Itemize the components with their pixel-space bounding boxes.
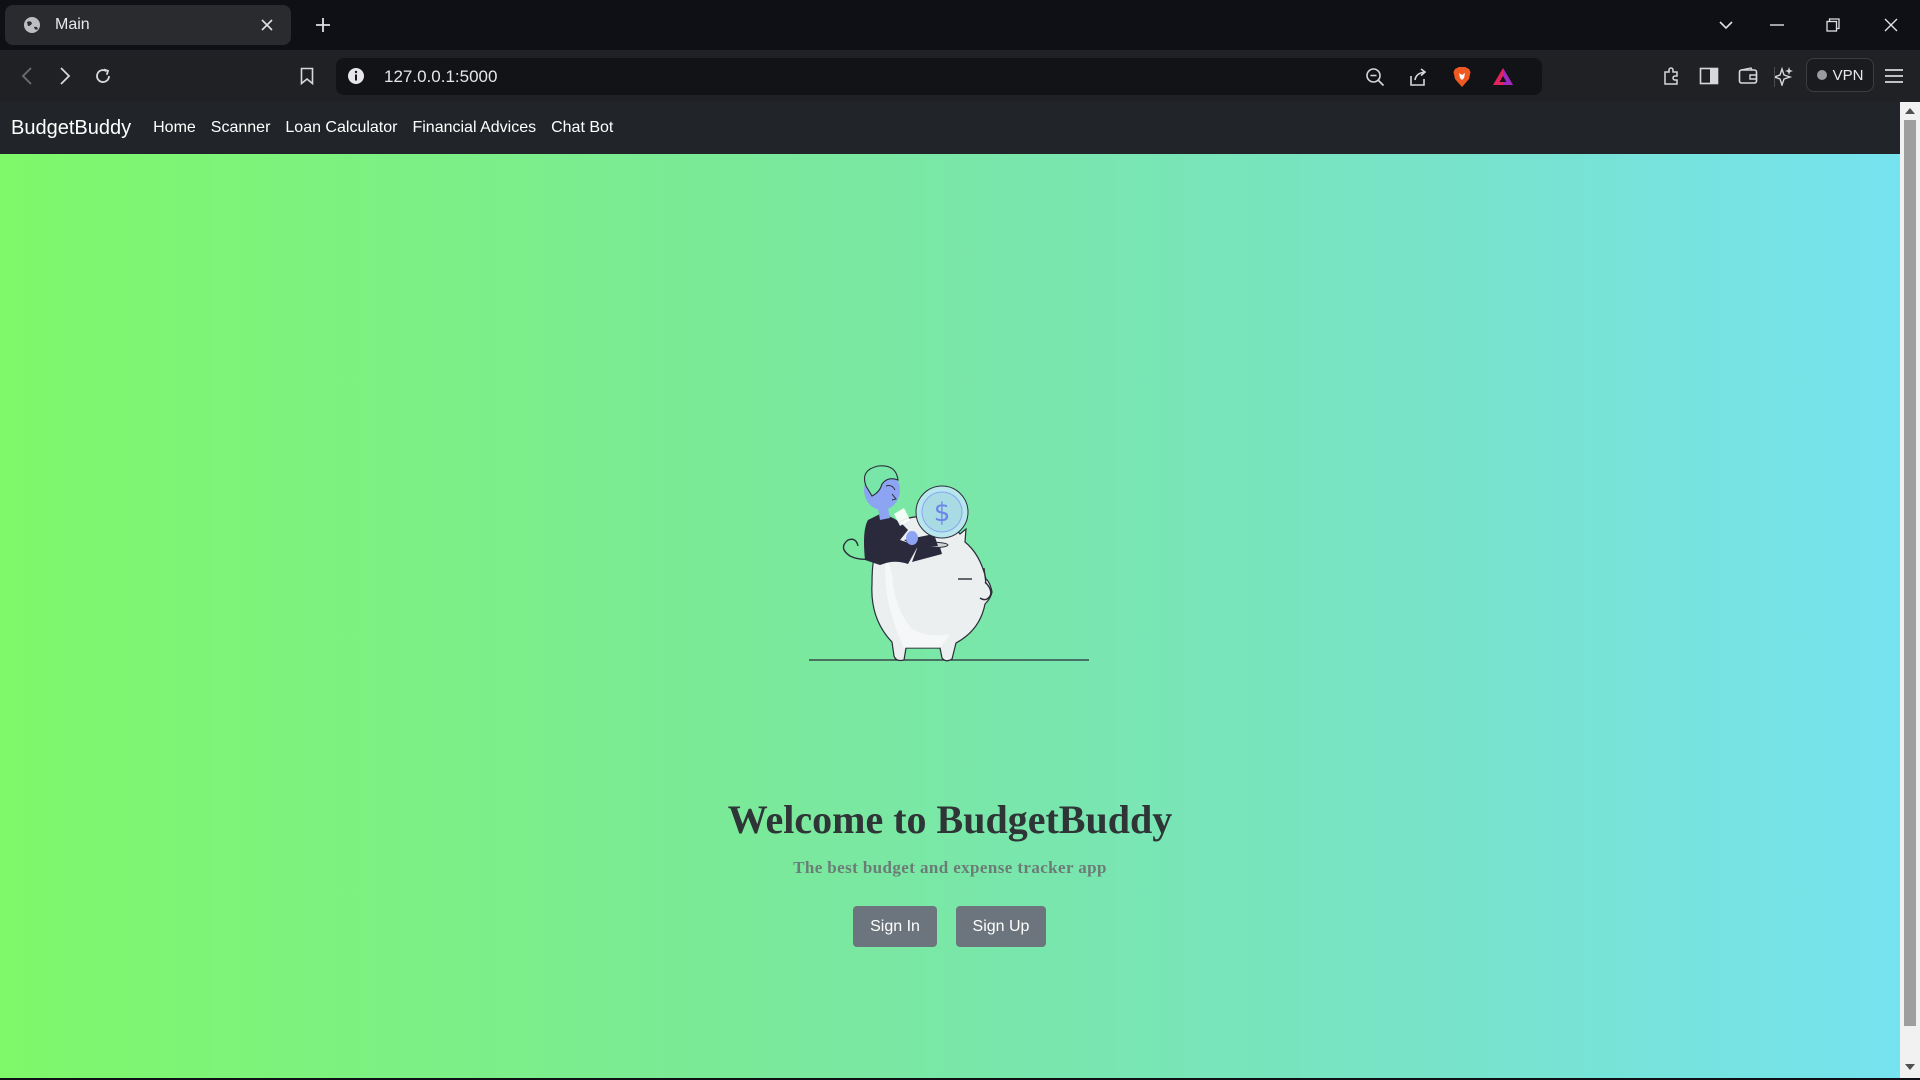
vpn-label: VPN: [1832, 66, 1864, 84]
close-window-button[interactable]: [1877, 12, 1905, 38]
bookmark-icon[interactable]: [292, 62, 322, 90]
share-icon[interactable]: [1405, 65, 1431, 89]
hero-section: $ Welcome to BudgetBuddy The best budget…: [0, 154, 1900, 1078]
navbar-brand[interactable]: BudgetBuddy: [11, 117, 131, 140]
restore-button[interactable]: [1819, 12, 1847, 38]
site-navbar: BudgetBuddy Home Scanner Loan Calculator…: [0, 102, 1900, 154]
reload-icon[interactable]: [88, 62, 118, 90]
vpn-status-icon: [1816, 70, 1827, 80]
menu-icon[interactable]: [1879, 62, 1909, 90]
browser-tab[interactable]: Main: [5, 5, 291, 45]
url-text[interactable]: 127.0.0.1:5000: [384, 67, 497, 87]
tab-list-chevron-icon[interactable]: [1712, 12, 1740, 38]
nav-link-chat-bot[interactable]: Chat Bot: [551, 119, 613, 137]
brave-shields-icon[interactable]: [1449, 65, 1475, 89]
new-tab-button[interactable]: [310, 12, 336, 38]
extensions-icon[interactable]: [1656, 62, 1686, 90]
piggy-bank-illustration: $: [809, 465, 1089, 662]
sign-in-button[interactable]: Sign In: [853, 906, 937, 947]
hero-subtitle: The best budget and expense tracker app: [793, 858, 1107, 877]
wallet-icon[interactable]: [1733, 62, 1763, 90]
url-separator: [1774, 67, 1775, 87]
nav-link-loan-calculator[interactable]: Loan Calculator: [285, 119, 397, 137]
zoom-out-icon[interactable]: [1362, 65, 1388, 89]
nav-link-financial-advices[interactable]: Financial Advices: [412, 119, 536, 137]
scroll-down-arrow-icon[interactable]: [1905, 1062, 1915, 1072]
globe-icon: [21, 14, 43, 36]
tab-close-icon[interactable]: [255, 13, 279, 37]
hero-title: Welcome to BudgetBuddy: [727, 797, 1173, 842]
nav-link-scanner[interactable]: Scanner: [211, 119, 271, 137]
sign-up-button[interactable]: Sign Up: [956, 906, 1046, 947]
tab-title: Main: [55, 16, 90, 33]
address-bar[interactable]: 127.0.0.1:5000: [336, 58, 1775, 95]
minimize-button[interactable]: [1763, 12, 1791, 38]
back-arrow-icon[interactable]: [12, 62, 42, 90]
page-viewport: BudgetBuddy Home Scanner Loan Calculator…: [0, 102, 1900, 1078]
coin-dollar-symbol: $: [934, 498, 951, 528]
vpn-button[interactable]: VPN: [1806, 58, 1874, 92]
site-info-icon[interactable]: [346, 66, 366, 86]
forward-arrow-icon[interactable]: [50, 62, 80, 90]
scroll-up-arrow-icon[interactable]: [1905, 106, 1915, 116]
sidebar-icon[interactable]: [1694, 62, 1724, 90]
nav-link-home[interactable]: Home: [153, 119, 196, 137]
brave-rewards-icon[interactable]: [1490, 65, 1516, 89]
scrollbar-thumb[interactable]: [1904, 120, 1916, 1026]
page-scrollbar[interactable]: [1900, 102, 1920, 1078]
browser-tab-bar: Main: [0, 0, 1920, 50]
